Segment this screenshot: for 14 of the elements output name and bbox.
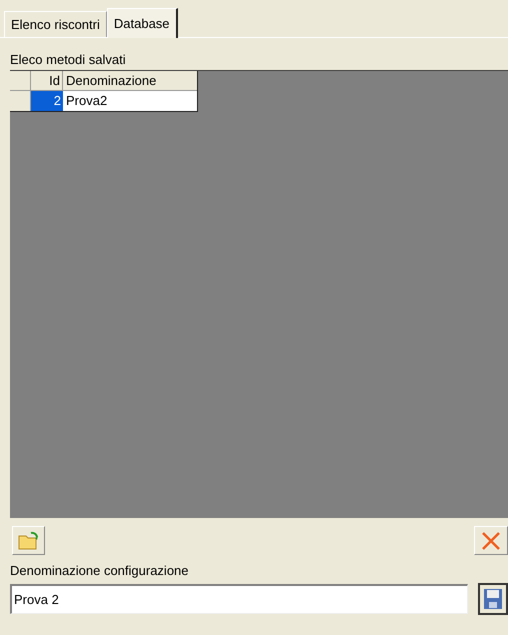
save-button[interactable] <box>478 583 508 615</box>
table-cell: 2 <box>31 91 63 111</box>
folder-icon <box>18 530 40 550</box>
row-header-cell[interactable] <box>10 91 31 111</box>
tab[interactable]: Database <box>106 8 178 38</box>
tab[interactable]: Elenco riscontri <box>4 11 107 37</box>
close-icon <box>480 530 502 552</box>
column-header[interactable]: Denominazione <box>63 71 197 91</box>
open-button[interactable] <box>12 526 45 555</box>
delete-button[interactable] <box>474 526 508 555</box>
section-label: Eleco metodi salvati <box>10 52 127 68</box>
table-cell-text: Prova2 <box>65 92 108 110</box>
input-field[interactable]: Prova 2 <box>10 584 468 614</box>
field-label: Denominazione configurazione <box>10 563 190 579</box>
